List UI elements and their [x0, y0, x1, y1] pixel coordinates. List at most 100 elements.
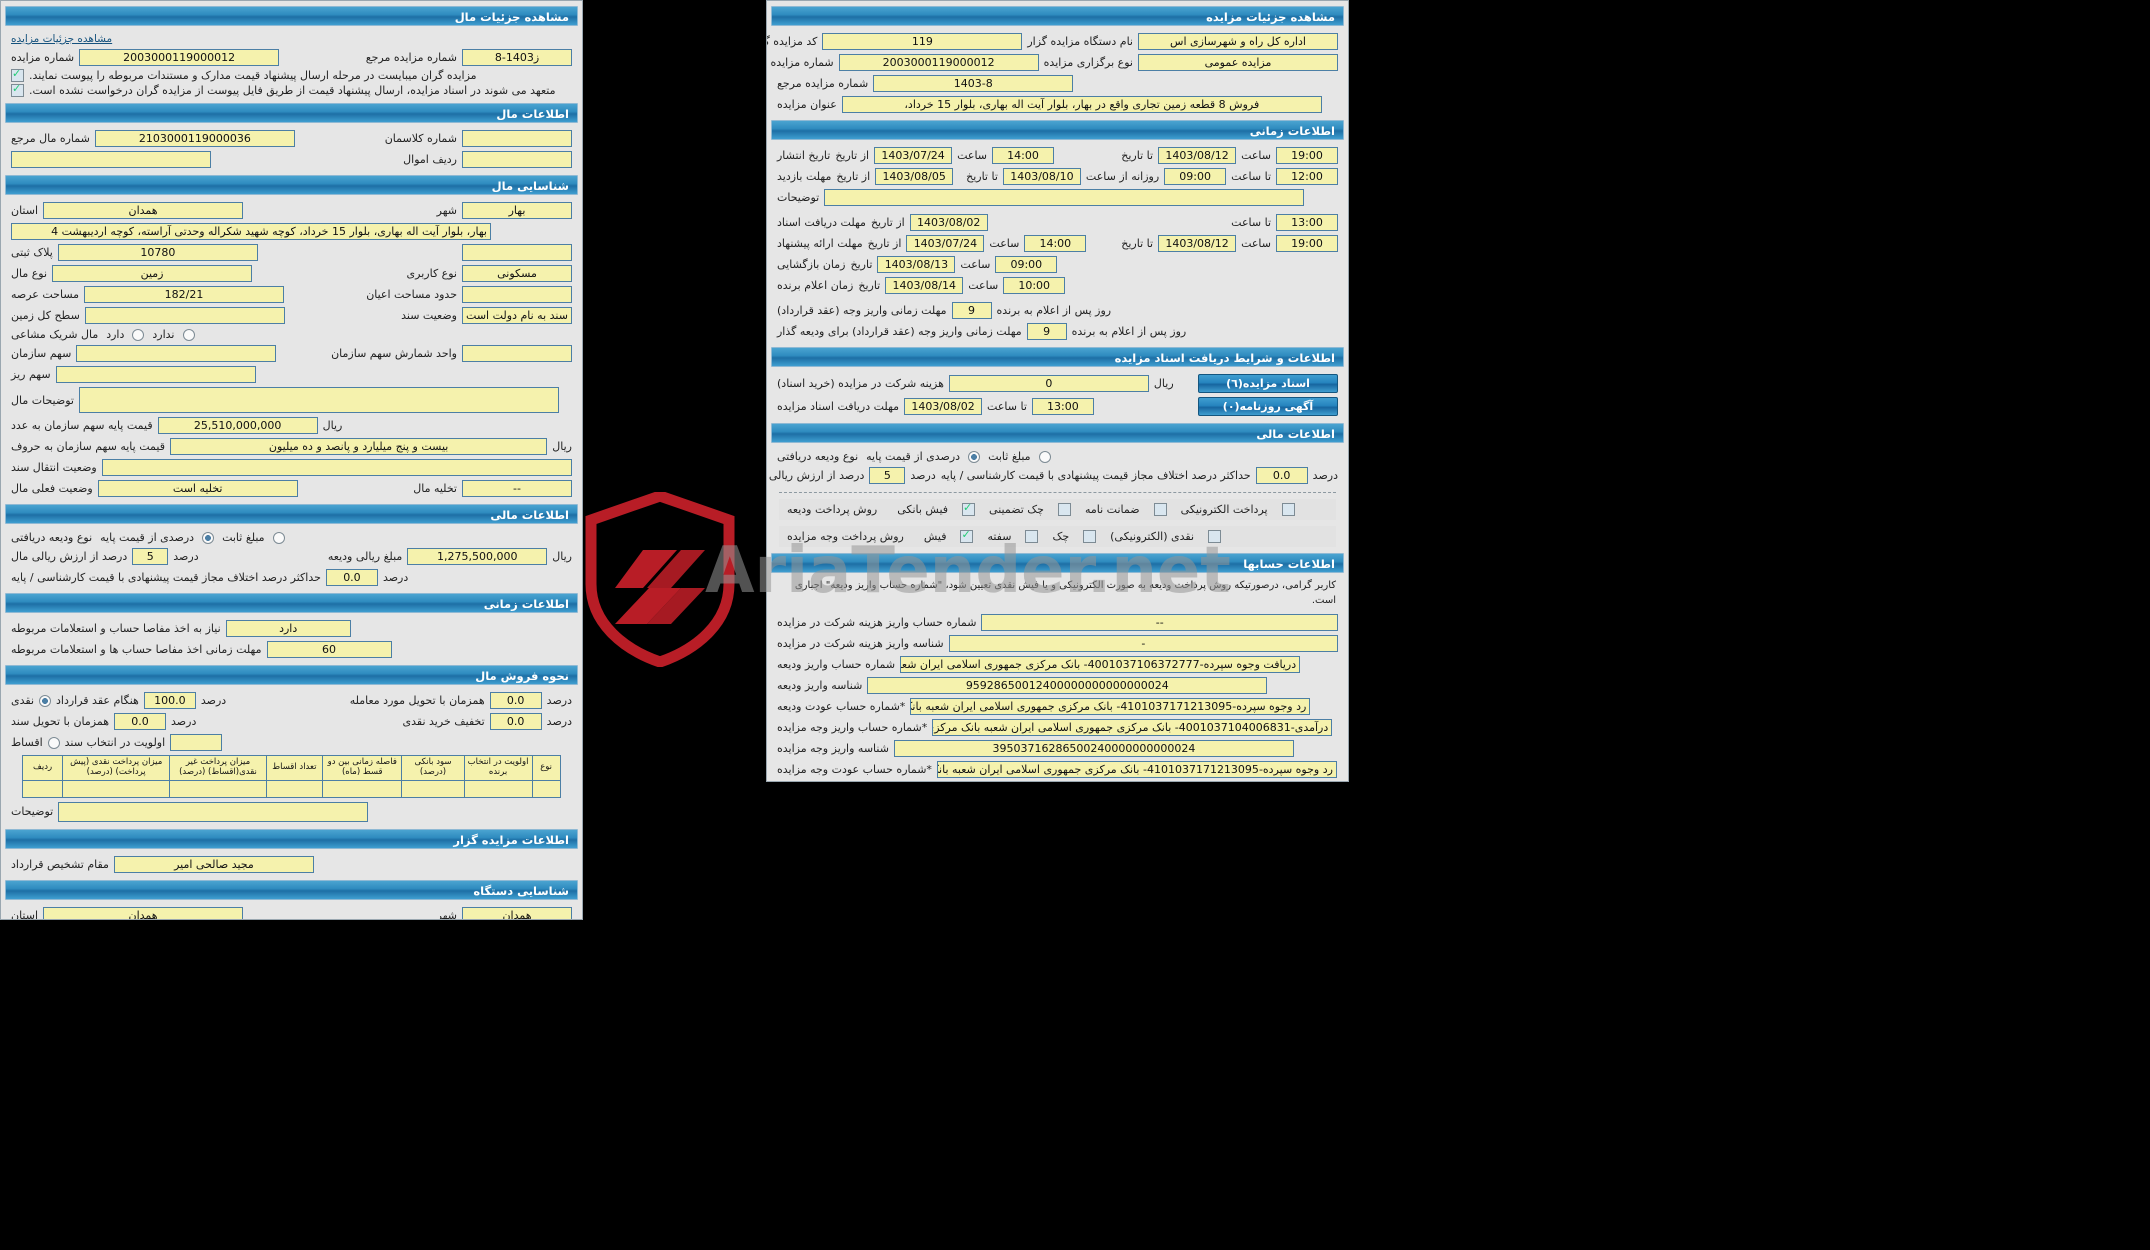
- left-max-diff-field[interactable]: 0.0: [325, 569, 378, 586]
- publish-to-field[interactable]: 1403/08/12: [1158, 147, 1237, 164]
- subject-field[interactable]: فروش 8 قطعه زمین تجاری واقع در بهار، بلو…: [841, 96, 1322, 113]
- right-fixed-amount-radio[interactable]: [1038, 450, 1051, 463]
- docs-deadline-hour-field[interactable]: 13:00: [1031, 398, 1094, 415]
- visit-daily-to-field[interactable]: 12:00: [1276, 168, 1338, 185]
- asset-ref-number-field[interactable]: 2103000119000036: [94, 130, 295, 147]
- payment-id-field[interactable]: 39503716286500240000000000024: [893, 740, 1294, 757]
- at-contract-field[interactable]: 100.0: [143, 692, 196, 709]
- deposit-deadline-field[interactable]: 9: [951, 302, 992, 319]
- cash-radio[interactable]: [39, 694, 52, 707]
- plate-placeholder-field[interactable]: [462, 244, 572, 261]
- deposit-id-field[interactable]: 95928650012400000000000000024: [867, 677, 1268, 694]
- note-1-checkbox[interactable]: [11, 67, 24, 82]
- base-price-words-field[interactable]: بیست و پنج میلیارد و پانصد و ده میلیون: [169, 438, 548, 455]
- payment-promissory-checkbox[interactable]: [1025, 530, 1039, 543]
- visit-daily-from-field[interactable]: 09:00: [1164, 168, 1227, 185]
- payment-slip-checkbox[interactable]: [960, 528, 974, 543]
- offer-to-hour-field[interactable]: 19:00: [1276, 235, 1338, 252]
- winner-date-field[interactable]: 1403/08/14: [885, 277, 964, 294]
- at-delivery-field[interactable]: 0.0: [489, 692, 542, 709]
- view-auction-details-link[interactable]: مشاهده جزئیات مزایده: [11, 33, 112, 45]
- city-field[interactable]: بهار: [462, 202, 572, 219]
- current-status-field[interactable]: تخلیه است: [97, 480, 298, 497]
- newspaper-ad-button[interactable]: آگهی روزنامه(٠): [1198, 397, 1338, 416]
- land-total-field[interactable]: [84, 307, 285, 324]
- publish-from-field[interactable]: 1403/07/24: [874, 147, 953, 164]
- doc-receive-hour-field[interactable]: 13:00: [1276, 214, 1338, 231]
- klassman-field[interactable]: [462, 130, 572, 147]
- doc-receive-from-field[interactable]: 1403/08/02: [909, 214, 988, 231]
- installment-radio[interactable]: [47, 736, 60, 749]
- asset-type-field[interactable]: زمین: [52, 265, 253, 282]
- note-2-checkbox[interactable]: [11, 82, 24, 97]
- fee-id-field[interactable]: -: [948, 635, 1338, 652]
- offer-from-field[interactable]: 1403/07/24: [906, 235, 985, 252]
- left-fixed-amount-radio[interactable]: [272, 531, 285, 544]
- clearance-days-field[interactable]: 60: [266, 641, 392, 658]
- transfer-field[interactable]: [101, 459, 572, 476]
- evacuation-field[interactable]: --: [462, 480, 572, 497]
- usage-field[interactable]: مسکونی: [462, 265, 572, 282]
- cash-discount-field[interactable]: 0.0: [489, 713, 542, 730]
- with-doc-field[interactable]: 0.0: [114, 713, 167, 730]
- org-share-field[interactable]: [76, 345, 277, 362]
- fee-account-field[interactable]: --: [981, 614, 1338, 631]
- right-auction-number-field[interactable]: 2003000119000012: [838, 54, 1039, 71]
- asset-desc-field[interactable]: [78, 387, 559, 413]
- visit-to-field[interactable]: 1403/08/10: [1002, 168, 1081, 185]
- building-area-field[interactable]: [462, 286, 572, 303]
- deposit-account-field[interactable]: دریافت وجوه سپرده-4001037106372777- بانک…: [900, 656, 1301, 673]
- deposit-deadline2-field[interactable]: 9: [1026, 323, 1067, 340]
- clearance-field[interactable]: دارد: [225, 620, 351, 637]
- right-percent-base-radio[interactable]: [968, 450, 981, 463]
- visit-from-field[interactable]: 1403/08/05: [875, 168, 954, 185]
- offer-to-field[interactable]: 1403/08/12: [1158, 235, 1237, 252]
- auction-type-field[interactable]: مزایده عمومی: [1138, 54, 1338, 71]
- auctioneer-code-field[interactable]: 119: [822, 33, 1023, 50]
- payment-electronic-checkbox[interactable]: [1208, 530, 1222, 543]
- left-percent-base-radio[interactable]: [202, 531, 215, 544]
- docs-cost-field[interactable]: 0: [948, 375, 1149, 392]
- asset-row-extra-field[interactable]: [11, 151, 211, 168]
- base-price-field[interactable]: 25,510,000,000: [157, 417, 318, 434]
- right-max-diff-field[interactable]: 0.0: [1255, 467, 1308, 484]
- timing-desc-field[interactable]: [824, 189, 1305, 206]
- auction-number-field[interactable]: 2003000119000012: [79, 49, 280, 66]
- deposit-electronic-checkbox[interactable]: [1281, 503, 1295, 516]
- sub-share-field[interactable]: [55, 366, 256, 383]
- payment-refund-field[interactable]: رد وجوه سپرده-4101037171213095- بانک مرک…: [936, 761, 1337, 778]
- shared-has-radio[interactable]: [132, 328, 145, 341]
- offer-from-hour-field[interactable]: 14:00: [1024, 235, 1087, 252]
- payment-account-field[interactable]: درآمدی-4001037104006831- بانک مرکزی جمهو…: [932, 719, 1333, 736]
- deposit-bankslip-checkbox[interactable]: [962, 501, 976, 516]
- opening-date-field[interactable]: 1403/08/13: [877, 256, 956, 273]
- right-percent-of-value-field[interactable]: 5: [869, 467, 906, 484]
- plate-field[interactable]: 10780: [57, 244, 258, 261]
- org-name-field[interactable]: اداره کل راه و شهرسازی اس: [1138, 33, 1338, 50]
- payment-cheque-checkbox[interactable]: [1083, 530, 1097, 543]
- deposit-guarantee-checkbox[interactable]: [1153, 503, 1167, 516]
- device-city-field[interactable]: همدان: [462, 906, 572, 919]
- device-province-field[interactable]: همدان: [43, 906, 244, 919]
- address-field[interactable]: بهار، بلوار آیت اله بهاری، بلوار 15 خردا…: [11, 223, 491, 240]
- ref-number-field[interactable]: ز1403-8: [462, 49, 572, 66]
- sale-description-field[interactable]: [58, 801, 369, 822]
- asset-row-field[interactable]: [462, 151, 572, 168]
- left-deposit-amount-field[interactable]: 1,275,500,000: [407, 548, 548, 565]
- doc-status-field[interactable]: سند به نام دولت است: [462, 307, 572, 324]
- deposit-refund-field[interactable]: رد وجوه سپرده-4101037171213095- بانک مرک…: [910, 698, 1311, 715]
- right-ref-field[interactable]: 1403-8: [873, 75, 1074, 92]
- province-field[interactable]: همدان: [43, 202, 244, 219]
- auction-documents-button[interactable]: اسناد مزایده(٦): [1198, 374, 1338, 393]
- winner-hour-field[interactable]: 10:00: [1003, 277, 1066, 294]
- org-share-unit-field[interactable]: [462, 345, 572, 362]
- opening-hour-field[interactable]: 09:00: [995, 256, 1058, 273]
- docs-deadline-date-field[interactable]: 1403/08/02: [904, 398, 983, 415]
- publish-to-hour-field[interactable]: 19:00: [1276, 147, 1338, 164]
- deposit-cheque-checkbox[interactable]: [1057, 503, 1071, 516]
- signatory-field[interactable]: مجید صالحی امیر: [113, 855, 314, 873]
- shared-none-radio[interactable]: [182, 328, 195, 341]
- left-percent-of-value-field[interactable]: 5: [132, 548, 169, 565]
- priority-field[interactable]: [170, 734, 223, 751]
- area-field[interactable]: 182/21: [84, 286, 285, 303]
